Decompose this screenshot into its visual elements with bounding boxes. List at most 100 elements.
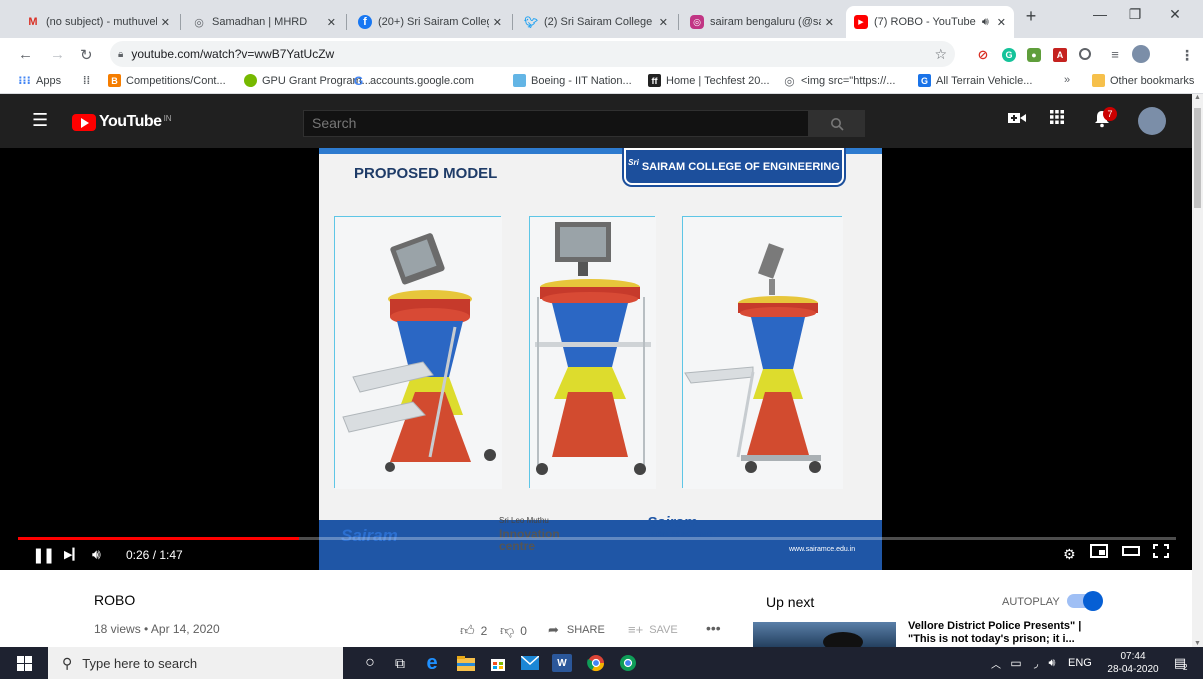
grammarly-icon[interactable]: G xyxy=(1002,48,1016,62)
windows-start-icon[interactable] xyxy=(14,654,34,672)
next-video-title[interactable]: Vellore District Police Presents" | "Thi… xyxy=(908,620,1098,646)
hamburger-menu-icon[interactable]: ☰ xyxy=(32,110,48,131)
volume-icon[interactable]: 🔊︎ xyxy=(92,546,101,563)
bookmark-apps[interactable]: ⁝⁝⁝ Apps xyxy=(18,74,61,88)
restore-button[interactable]: ❐ xyxy=(1120,6,1150,23)
globe-icon: ◎ xyxy=(784,73,795,88)
pause-icon[interactable]: ❚❚ xyxy=(32,546,55,564)
next-video-thumbnail[interactable] xyxy=(753,622,896,647)
settings-gear-icon[interactable]: ⚙ xyxy=(1063,546,1076,563)
taskbar-search-box[interactable]: ⚲ Type here to search xyxy=(48,647,343,679)
close-icon[interactable]: ✕ xyxy=(825,16,834,29)
tab-twitter[interactable]: 🐦︎ (2) Sri Sairam College o ✕ xyxy=(516,6,676,38)
show-hidden-icons-chevron[interactable]: ︿ xyxy=(986,654,1006,672)
tab-samadhan[interactable]: ◎ Samadhan | MHRD ✕ xyxy=(184,6,344,38)
close-icon[interactable]: ✕ xyxy=(161,16,170,29)
clock-time[interactable]: 07:44 xyxy=(1108,651,1158,662)
forward-icon[interactable]: → xyxy=(50,46,65,63)
boeing-icon xyxy=(513,74,526,87)
adblock-icon[interactable]: ⊘ xyxy=(976,48,990,62)
mail-icon[interactable] xyxy=(520,654,540,672)
scrollbar-thumb[interactable] xyxy=(1194,108,1201,208)
bookmark-img-src[interactable]: ◎ <img src="https://... xyxy=(783,73,896,88)
tab-instagram[interactable]: ◎ sairam bengaluru (@sai ✕ xyxy=(682,6,842,38)
dislike-button[interactable]: 👎︎ 0 xyxy=(500,622,527,639)
slide-title: PROPOSED MODEL xyxy=(354,165,498,182)
bookmark-google-accounts[interactable]: G accounts.google.com xyxy=(352,74,474,88)
bookmark-other[interactable]: Other bookmarks xyxy=(1092,74,1194,87)
media-queue-icon[interactable]: ≡ xyxy=(1108,48,1122,62)
create-video-icon[interactable] xyxy=(1008,111,1026,130)
apps-grid-icon[interactable] xyxy=(1050,110,1064,129)
pdf-icon[interactable]: A xyxy=(1053,48,1067,62)
bookmark-label: accounts.google.com xyxy=(370,74,474,87)
menu-icon[interactable]: ⋮ xyxy=(1180,48,1194,62)
thumbnail-figure xyxy=(823,632,863,647)
task-view-icon[interactable]: ⧉ xyxy=(390,654,410,672)
share-arrow-icon: ➦ xyxy=(548,622,559,637)
progress-bar[interactable] xyxy=(18,537,1176,540)
page-scrollbar[interactable]: ▲ ▼ xyxy=(1192,94,1203,647)
close-icon[interactable]: ✕ xyxy=(327,16,336,29)
extension-icon[interactable]: ● xyxy=(1027,48,1041,62)
badge-prefix: Sri xyxy=(628,158,639,167)
reload-icon[interactable]: ↻ xyxy=(80,46,93,64)
search-button[interactable] xyxy=(809,110,865,137)
scroll-up-icon[interactable]: ▲ xyxy=(1194,94,1201,101)
browser-toolbar: ← → ↻ 🔒︎ youtube.com/watch?v=wwB7YatUcZw… xyxy=(0,38,1203,70)
window-close-button[interactable]: ✕ xyxy=(1160,6,1190,23)
language-indicator[interactable]: ENG xyxy=(1068,657,1092,669)
close-icon[interactable]: ✕ xyxy=(493,16,502,29)
search-input[interactable]: Search xyxy=(303,110,809,137)
bookmark-all-terrain[interactable]: G All Terrain Vehicle... xyxy=(918,74,1032,87)
edge-browser-icon[interactable]: e xyxy=(422,652,442,674)
theater-mode-icon[interactable] xyxy=(1122,544,1140,561)
profile-avatar[interactable] xyxy=(1132,45,1150,63)
clock-date[interactable]: 28-04-2020 xyxy=(1103,664,1163,675)
extension-circle-icon[interactable] xyxy=(1079,48,1091,60)
new-tab-button[interactable]: + xyxy=(1016,6,1046,27)
speaker-icon[interactable]: 🔊︎ xyxy=(1042,654,1062,672)
chrome-profile-icon[interactable] xyxy=(618,654,638,672)
more-bookmarks-icon[interactable]: » xyxy=(1064,74,1070,86)
star-icon[interactable]: ☆ xyxy=(934,46,947,63)
close-icon[interactable]: ✕ xyxy=(659,16,668,29)
like-button[interactable]: 👍︎ 2 xyxy=(460,622,487,639)
next-icon[interactable]: ▶▎ xyxy=(64,548,81,561)
share-label: SHARE xyxy=(566,624,605,636)
share-button[interactable]: ➦ SHARE xyxy=(548,622,605,638)
save-button[interactable]: ≡+ SAVE xyxy=(628,622,678,637)
tab-gmail[interactable]: M (no subject) - muthuvel ✕ xyxy=(18,6,178,38)
tab-separator xyxy=(346,14,347,30)
bookmark-label: Home | Techfest 20... xyxy=(666,74,770,87)
tab-label: Samadhan | MHRD xyxy=(212,16,308,28)
word-icon[interactable]: W xyxy=(552,654,572,672)
bookmark-techfest[interactable]: ff Home | Techfest 20... xyxy=(648,74,770,87)
close-icon[interactable]: ✕ xyxy=(997,16,1006,29)
bookmark-competitions[interactable]: B Competitions/Cont... xyxy=(108,74,226,87)
dislike-count: 0 xyxy=(520,623,527,638)
user-avatar[interactable] xyxy=(1138,107,1166,135)
bookmark-label: <img src="https://... xyxy=(801,74,896,87)
taskbar-search-placeholder: Type here to search xyxy=(82,655,198,671)
youtube-logo[interactable]: YouTube IN xyxy=(72,113,172,131)
store-icon[interactable] xyxy=(488,654,508,672)
minimize-button[interactable]: — xyxy=(1085,6,1115,22)
chrome-icon[interactable] xyxy=(586,654,606,672)
audio-icon[interactable]: 🔊︎ xyxy=(982,16,989,29)
bookmark-boeing[interactable]: Boeing - IIT Nation... xyxy=(513,74,632,87)
more-actions-icon[interactable]: ••• xyxy=(706,620,721,636)
battery-icon[interactable]: ▭ xyxy=(1006,654,1026,672)
address-bar[interactable]: 🔒︎ youtube.com/watch?v=wwB7YatUcZw ☆ xyxy=(110,41,955,67)
back-icon[interactable]: ← xyxy=(18,46,33,63)
bookmark-grid[interactable]: ⁞⁞ xyxy=(80,74,98,87)
file-explorer-icon[interactable] xyxy=(456,654,476,672)
miniplayer-icon[interactable] xyxy=(1090,544,1108,561)
scroll-down-icon[interactable]: ▼ xyxy=(1194,640,1201,647)
cortana-icon[interactable]: ○ xyxy=(360,654,380,672)
tab-facebook[interactable]: f (20+) Sri Sairam College ✕ xyxy=(350,6,510,38)
autoplay-toggle[interactable] xyxy=(1067,591,1103,611)
video-player[interactable]: PROPOSED MODEL Sri SAIRAM COLLEGE OF ENG… xyxy=(0,148,1192,570)
fullscreen-icon[interactable] xyxy=(1153,544,1169,561)
tab-youtube-active[interactable]: ▶ (7) ROBO - YouTube 🔊︎ ✕ xyxy=(846,6,1014,38)
